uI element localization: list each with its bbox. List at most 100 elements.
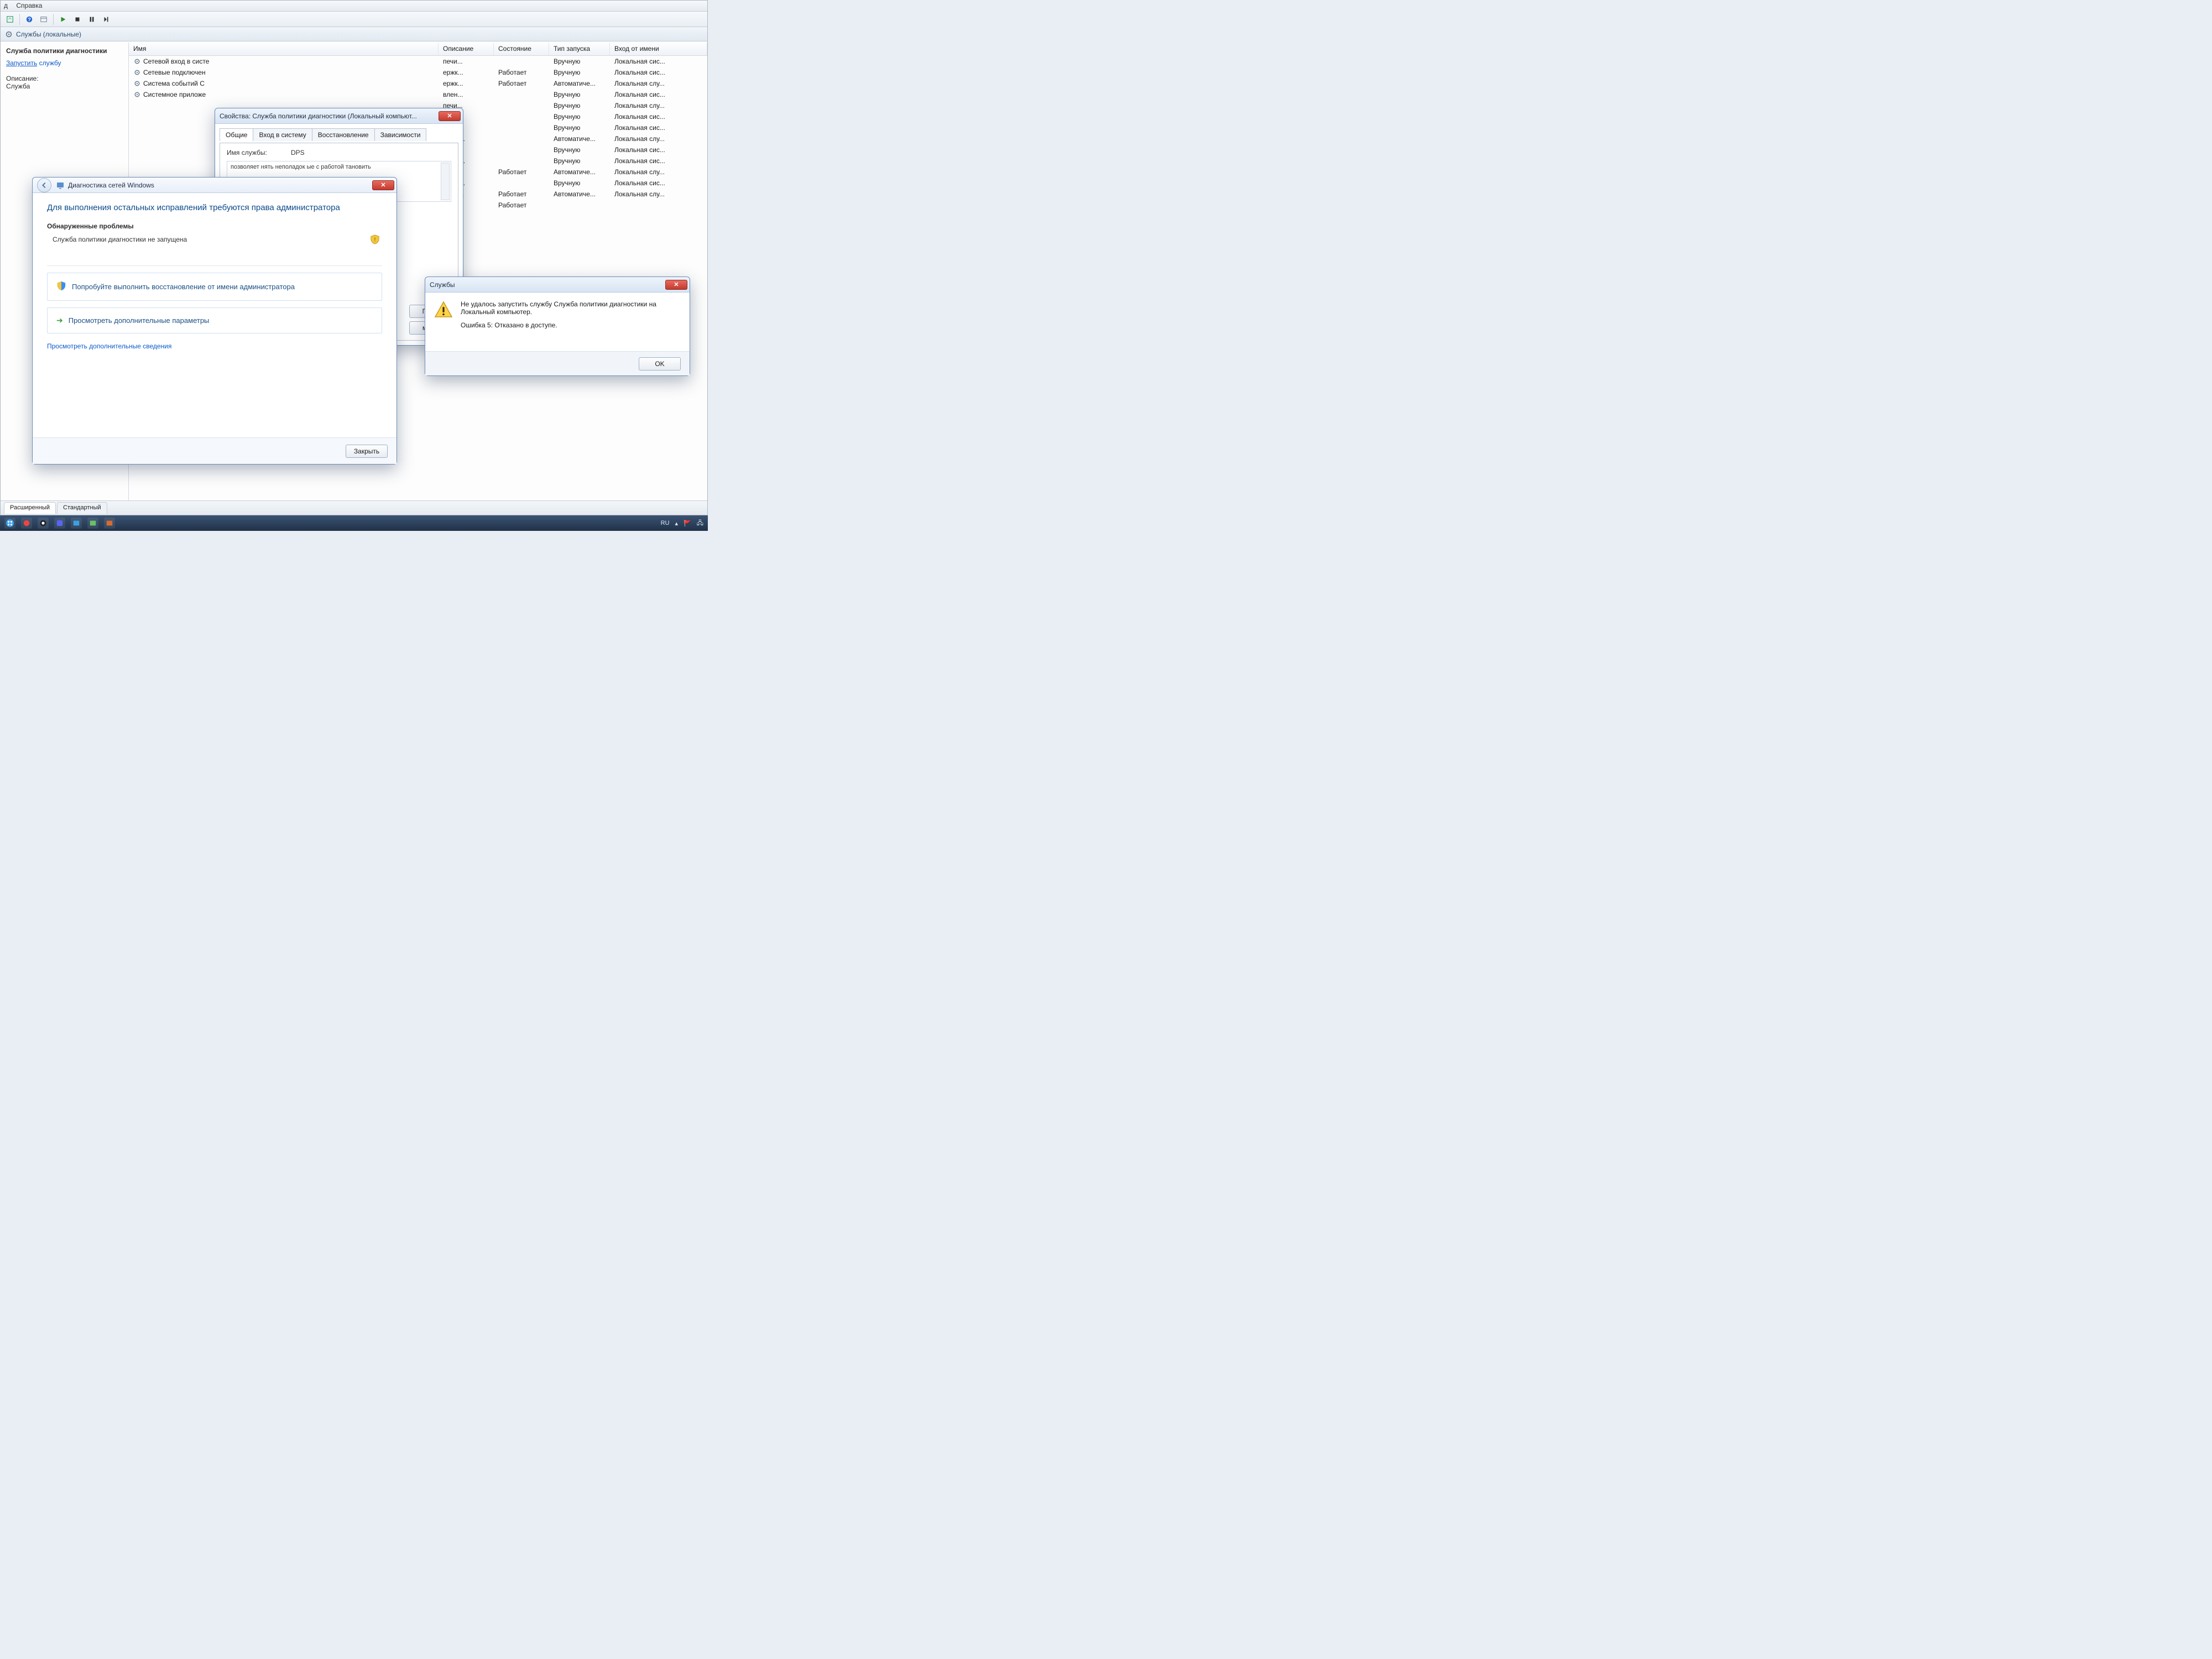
msgbox-line1: Не удалось запустить службу Служба полит… (461, 300, 681, 316)
service-startup-cell: Вручную (549, 113, 610, 121)
close-icon[interactable]: ✕ (439, 111, 461, 121)
gear-icon (5, 30, 13, 38)
troubleshooter-icon (56, 181, 65, 190)
column-startup[interactable]: Тип запуска (549, 43, 610, 55)
start-service-rest: службу (37, 59, 61, 67)
service-startup-cell: Автоматиче... (549, 80, 610, 87)
description-text: Служба (6, 82, 123, 90)
close-icon[interactable]: ✕ (372, 180, 394, 190)
tab-deps[interactable]: Зависимости (374, 128, 427, 141)
back-button-icon[interactable] (37, 178, 51, 192)
menu-bar[interactable]: д Справка (1, 1, 707, 12)
service-state-cell: Работает (494, 190, 549, 198)
msgbox-titlebar[interactable]: Службы ✕ (425, 277, 690, 293)
service-startup-cell: Вручную (549, 179, 610, 187)
service-name-cell: Система событий C (129, 80, 439, 87)
svg-text:!: ! (374, 237, 376, 243)
tab-logon[interactable]: Вход в систему (253, 128, 312, 141)
start-orb-icon[interactable] (4, 518, 15, 529)
toolbar-help-icon[interactable]: ? (23, 13, 35, 25)
service-logon-cell: Локальная слу... (610, 80, 707, 87)
service-startup-cell: Вручную (549, 58, 610, 65)
tab-general[interactable]: Общие (220, 128, 253, 141)
wizard-titlebar[interactable]: Диагностика сетей Windows ✕ (33, 178, 397, 193)
service-logon-cell: Локальная сис... (610, 69, 707, 76)
column-name[interactable]: Имя (129, 43, 439, 55)
taskbar[interactable]: RU ▴ 🚩 🖧 (0, 515, 708, 531)
tab-standard[interactable]: Стандартный (57, 502, 107, 514)
service-state-cell: Работает (494, 201, 549, 209)
problems-found-label: Обнаруженные проблемы (47, 222, 382, 230)
taskbar-app-icon[interactable] (38, 518, 49, 529)
service-startup-cell: Вручную (549, 69, 610, 76)
taskbar-app-icon[interactable] (87, 518, 98, 529)
service-desc-cell: печи... (439, 58, 494, 65)
service-startup-cell: Автоматиче... (549, 190, 610, 198)
taskbar-app-icon[interactable] (104, 518, 115, 529)
properties-titlebar[interactable]: Свойства: Служба политики диагностики (Л… (215, 108, 463, 124)
input-language-indicator[interactable]: RU (661, 520, 670, 526)
service-row[interactable]: Сетевые подключенержк...РаботаетВручнуюЛ… (129, 67, 707, 78)
view-more-info-link[interactable]: Просмотреть дополнительные сведения (47, 342, 171, 350)
gear-icon (133, 91, 141, 98)
service-state-cell: Работает (494, 168, 549, 176)
taskbar-app-icon[interactable] (71, 518, 82, 529)
service-logon-cell: Локальная сис... (610, 179, 707, 187)
service-logon-cell: Локальная слу... (610, 168, 707, 176)
toolbar-export-icon[interactable] (4, 13, 16, 25)
tree-node-label: Службы (локальные) (16, 30, 81, 38)
menu-view[interactable]: д (4, 2, 8, 9)
gear-icon (133, 69, 141, 76)
column-logon[interactable]: Вход от имени (610, 43, 707, 55)
menu-help[interactable]: Справка (16, 2, 42, 9)
svg-text:?: ? (28, 17, 30, 22)
close-icon[interactable]: ✕ (665, 280, 687, 290)
service-logon-cell: Локальная слу... (610, 102, 707, 109)
service-row[interactable]: Система событий Cержк...РаботаетАвтомати… (129, 78, 707, 89)
column-state[interactable]: Состояние (494, 43, 549, 55)
selected-service-title: Служба политики диагностики (6, 47, 123, 55)
column-desc[interactable]: Описание (439, 43, 494, 55)
tree-node-header[interactable]: Службы (локальные) (1, 27, 707, 41)
error-message-box: Службы ✕ Не удалось запустить службу Слу… (425, 276, 690, 376)
arrow-right-icon: ➔ (56, 316, 63, 325)
service-desc-cell: влен... (439, 91, 494, 98)
service-name-cell: Сетевые подключен (129, 69, 439, 76)
toolbar-start-icon[interactable] (57, 13, 69, 25)
option-view-more-params[interactable]: ➔ Просмотреть дополнительные параметры (47, 307, 382, 333)
tray-flag-icon[interactable]: 🚩 (684, 520, 691, 527)
tab-extended[interactable]: Расширенный (4, 502, 56, 514)
service-logon-cell: Локальная сис... (610, 146, 707, 154)
tray-network-icon[interactable]: 🖧 (697, 518, 703, 529)
toolbar-restart-icon[interactable] (100, 13, 112, 25)
service-desc-cell: ержк... (439, 80, 494, 87)
option-repair-as-admin[interactable]: Попробуйте выполнить восстановление от и… (47, 273, 382, 301)
warning-shield-icon: ! (370, 234, 380, 244)
gear-icon (133, 80, 141, 87)
service-logon-cell: Локальная сис... (610, 58, 707, 65)
tab-recovery[interactable]: Восстановление (312, 128, 375, 141)
msgbox-line2: Ошибка 5: Отказано в доступе. (461, 321, 681, 329)
close-button[interactable]: Закрыть (346, 445, 388, 458)
toolbar-stop-icon[interactable] (71, 13, 84, 25)
service-startup-cell: Вручную (549, 157, 610, 165)
service-startup-cell: Вручную (549, 102, 610, 109)
tray-chevron-up-icon[interactable]: ▴ (675, 520, 679, 527)
problem-text: Служба политики диагностики не запущена (53, 236, 187, 243)
scrollbar[interactable] (441, 163, 450, 200)
service-logon-cell: Локальная слу... (610, 135, 707, 143)
ok-button[interactable]: OK (639, 357, 681, 371)
taskbar-app-icon[interactable] (54, 518, 65, 529)
service-row[interactable]: Системное приложевлен...ВручнуюЛокальная… (129, 89, 707, 100)
service-row[interactable]: Сетевой вход в систепечи...ВручнуюЛокаль… (129, 56, 707, 67)
service-logon-cell: Локальная сис... (610, 124, 707, 132)
taskbar-app-icon[interactable] (21, 518, 32, 529)
msgbox-title: Службы (430, 281, 665, 289)
view-tabs: Расширенный Стандартный (1, 500, 707, 515)
column-headers[interactable]: Имя Описание Состояние Тип запуска Вход … (129, 43, 707, 56)
toolbar-properties-icon[interactable] (38, 13, 50, 25)
service-logon-cell: Локальная сис... (610, 91, 707, 98)
toolbar-pause-icon[interactable] (86, 13, 98, 25)
warning-triangle-icon (434, 300, 453, 319)
start-service-link[interactable]: Запустить (6, 59, 37, 67)
